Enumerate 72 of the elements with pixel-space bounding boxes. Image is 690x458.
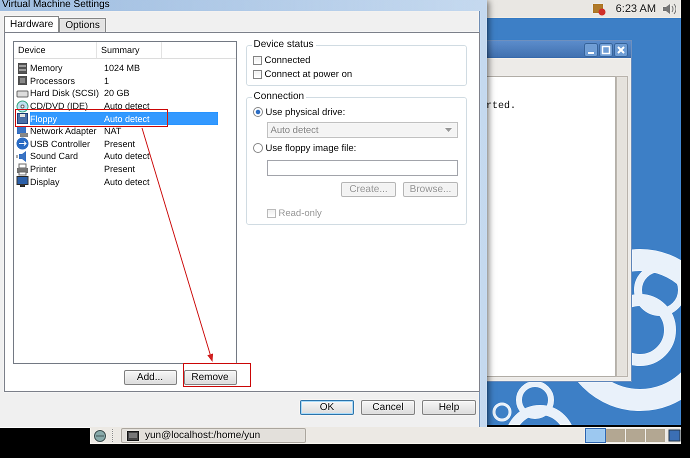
minimize-icon[interactable] — [584, 42, 598, 56]
device-name: Sound Card — [30, 151, 78, 162]
display-icon — [16, 175, 29, 188]
remove-button[interactable]: Remove — [184, 370, 236, 385]
radio-label[interactable]: Use floppy image file: — [266, 142, 356, 154]
checkbox-label[interactable]: Connected — [264, 54, 310, 66]
column-header[interactable]: Device — [14, 42, 97, 58]
volume-icon[interactable] — [662, 2, 676, 16]
group-title: Connection — [252, 91, 306, 102]
floppy-icon — [16, 112, 29, 126]
device-summary: Auto detect — [103, 101, 151, 112]
device-summary: Present — [103, 138, 136, 149]
device-summary: 1024 MB — [103, 63, 142, 74]
checkbox[interactable] — [252, 70, 262, 78]
device-summary: Present — [103, 164, 136, 174]
device-summary: NAT — [103, 126, 122, 136]
memory-icon — [16, 62, 29, 75]
group-title: Device status — [252, 39, 316, 50]
device-name: Processors — [30, 76, 76, 86]
panel-handle — [112, 429, 116, 442]
close-icon[interactable] — [614, 42, 628, 56]
clock[interactable]: 6:23 AM — [616, 3, 656, 15]
radio-button[interactable] — [252, 107, 262, 117]
processor-icon — [16, 74, 29, 88]
device-row[interactable]: Printer Present — [14, 162, 218, 176]
dialog-button[interactable]: Help — [422, 400, 476, 415]
device-name: Hard Disk (SCSI) — [30, 88, 100, 98]
device-name: CD/DVD (IDE) — [30, 101, 88, 112]
device-name: Display — [30, 176, 60, 187]
image-path-field[interactable] — [266, 160, 458, 176]
device-row[interactable]: Display Auto detect — [14, 175, 218, 188]
device-name: Printer — [30, 164, 57, 174]
device-row[interactable]: Hard Disk (SCSI) 20 GB — [14, 87, 218, 100]
column-header[interactable]: Summary — [97, 42, 162, 58]
printer-icon — [16, 162, 29, 176]
maximize-icon[interactable] — [599, 42, 613, 56]
cdrom-icon — [16, 100, 29, 113]
device-summary: Auto detect — [100, 112, 218, 125]
device-name: Floppy — [30, 112, 100, 126]
taskbar-button[interactable]: yun@localhost:/home/yun — [121, 428, 306, 443]
device-row[interactable]: USB Controller Present — [14, 138, 218, 150]
device-row[interactable]: Memory 1024 MB — [14, 62, 218, 75]
tab[interactable]: Hardware — [4, 16, 60, 32]
update-notifier-icon[interactable] — [592, 2, 606, 16]
tab[interactable]: Options — [59, 18, 106, 32]
sound-icon — [16, 150, 29, 163]
device-name: USB Controller — [30, 138, 90, 149]
device-summary: Auto detect — [103, 151, 151, 162]
dialog-button[interactable]: Cancel — [361, 400, 415, 415]
launcher-icon[interactable] — [93, 428, 107, 442]
device-name: Network Adapter — [30, 126, 97, 136]
device-name: Memory — [30, 63, 63, 74]
device-summary: 1 — [103, 76, 110, 86]
device-row[interactable]: CD/DVD (IDE) Auto detect — [14, 100, 218, 112]
caret-icon — [445, 128, 452, 132]
device-row[interactable]: Network Adapter NAT — [14, 124, 218, 138]
device-row[interactable]: Sound Card Auto detect — [14, 150, 218, 163]
checkbox-label[interactable]: Connect at power on — [264, 68, 352, 80]
device-row[interactable]: Processors 1 — [14, 74, 218, 88]
window-title: Virtual Machine Settings — [2, 0, 110, 11]
device-summary: 20 GB — [103, 88, 131, 98]
scrollbar[interactable] — [616, 76, 628, 377]
terminal-icon — [127, 430, 139, 440]
radio-label[interactable]: Use physical drive: — [266, 106, 346, 118]
usb-icon — [16, 137, 29, 150]
network-icon — [16, 124, 29, 138]
device-summary: Auto detect — [103, 176, 151, 187]
dialog-button[interactable]: OK — [300, 400, 354, 415]
checkbox[interactable] — [252, 56, 262, 64]
radio-button[interactable] — [252, 143, 262, 153]
add-button[interactable]: Add... — [124, 370, 176, 385]
terminal-text: rted. — [486, 101, 516, 112]
